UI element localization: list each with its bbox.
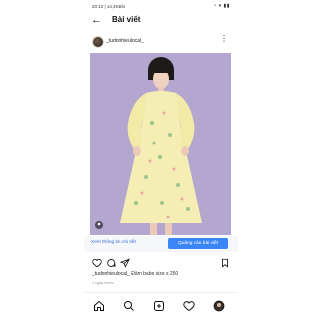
view-details-link[interactable]: Xem thông tin chi tiết: [91, 240, 136, 245]
search-icon[interactable]: [123, 300, 135, 312]
phone-screen: 20:12 | 14,4KB/s ◔ ▾ ▮▮ ← Bài viết _tudo…: [84, 0, 238, 320]
avatar[interactable]: [92, 36, 104, 48]
post-time: 1 ngày trước: [92, 281, 114, 285]
caption-username[interactable]: _tudonhieulocal_: [92, 271, 130, 277]
post-image-illustration: [90, 53, 231, 235]
post-username[interactable]: _tudonhieulocal_: [106, 38, 144, 44]
more-vertical-icon[interactable]: ⋮: [220, 35, 228, 43]
arrow-left-icon[interactable]: ←: [91, 13, 102, 27]
home-icon[interactable]: [93, 300, 105, 312]
profile-avatar-icon[interactable]: [213, 300, 225, 312]
status-time: 20:12 | 14,4KB/s: [92, 4, 126, 9]
post-header: _tudonhieulocal_ ⋮: [84, 33, 238, 49]
caption-text: Đầm babe size s 250: [131, 271, 179, 277]
bottom-nav: [84, 292, 238, 319]
post-actions: [84, 256, 238, 270]
send-icon[interactable]: [120, 258, 130, 268]
status-bar: 20:12 | 14,4KB/s ◔ ▾ ▮▮: [84, 0, 238, 12]
bookmark-icon[interactable]: [220, 258, 230, 268]
post-caption: _tudonhieulocal_ Đầm babe size s 250: [92, 271, 178, 277]
promo-bar: Xem thông tin chi tiết Quảng cáo bài viế…: [84, 236, 238, 252]
page-header: ← Bài viết: [84, 12, 238, 30]
heart-icon[interactable]: [92, 258, 102, 268]
add-post-icon[interactable]: [153, 300, 165, 312]
page-title: Bài viết: [112, 15, 141, 24]
post-image[interactable]: [90, 53, 231, 235]
status-indicators: ◔ ▾ ▮▮: [213, 3, 230, 9]
activity-heart-icon[interactable]: [183, 300, 195, 312]
promote-post-button[interactable]: Quảng cáo bài viết: [168, 238, 228, 249]
comment-icon[interactable]: [106, 258, 116, 268]
